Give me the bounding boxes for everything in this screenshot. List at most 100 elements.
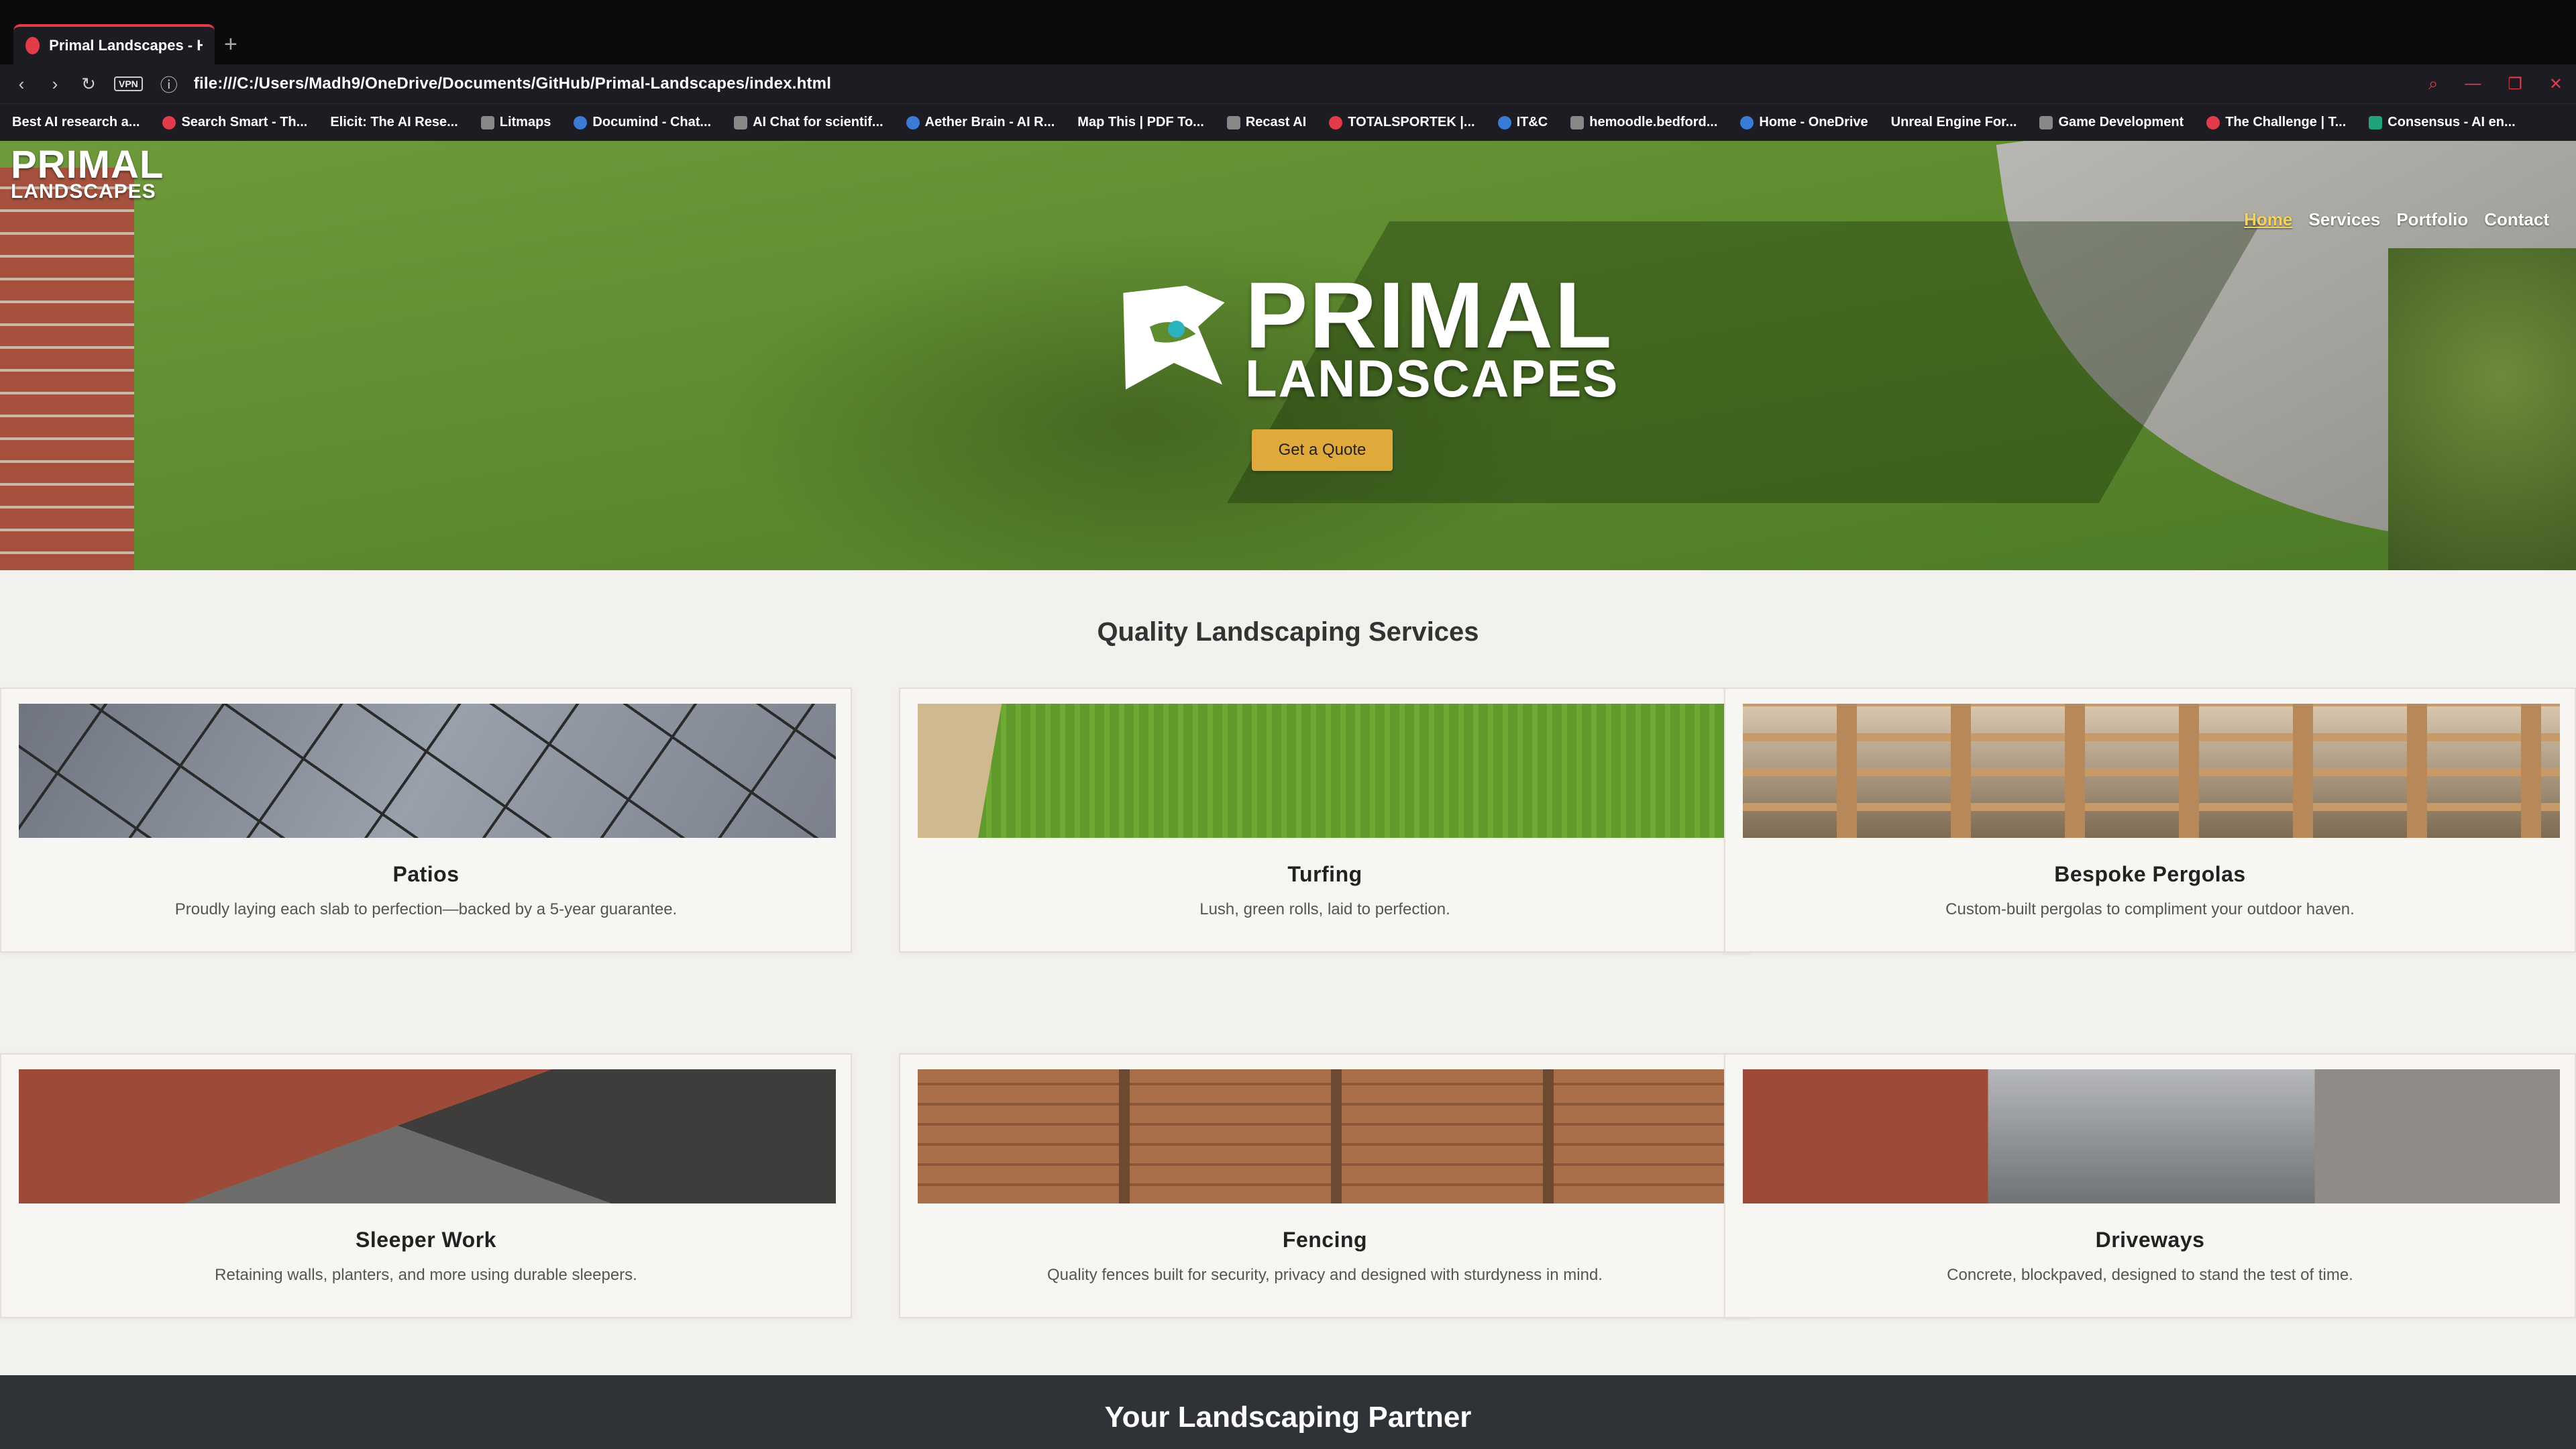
service-desc: Proudly laying each slab to perfection—b… <box>174 900 678 918</box>
bookmark-label: Aether Brain - AI R... <box>924 115 1055 129</box>
service-desc: Custom-built pergolas to compliment your… <box>1945 900 2355 918</box>
tab-title: Primal Landscapes - Home <box>49 37 203 54</box>
driveway-image <box>1743 1069 2560 1203</box>
bookmark-item[interactable]: Recast AI <box>1226 115 1307 130</box>
site-logo[interactable]: PRIMAL LANDSCAPES <box>11 145 164 203</box>
forward-icon[interactable]: › <box>47 74 63 95</box>
bookmark-favicon-icon <box>906 115 920 129</box>
bookmark-item[interactable]: Unreal Engine For... <box>1891 115 2017 130</box>
bookmark-label: Unreal Engine For... <box>1890 115 2017 129</box>
bookmark-label: Recast AI <box>1245 115 1307 129</box>
hero-logo-text: PRIMAL LANDSCAPES <box>1245 268 1619 408</box>
service-title: Turfing <box>1287 862 1362 886</box>
browser-tab-bar: Primal Landscapes - Home + <box>0 0 2576 64</box>
bookmark-item[interactable]: Elicit: The AI Rese... <box>330 115 458 130</box>
services-heading: Quality Landscaping Services <box>1097 617 1479 647</box>
bookmark-item[interactable]: IT&C <box>1497 115 1548 130</box>
close-icon[interactable]: ✕ <box>2549 74 2563 94</box>
hero-brick-wall <box>0 168 134 570</box>
service-card-pergolas[interactable]: Bespoke Pergolas Custom-built pergolas t… <box>1724 688 2576 953</box>
bookmark-item[interactable]: AI Chat for scientif... <box>734 115 883 130</box>
bookmark-label: IT&C <box>1516 115 1548 129</box>
nav-portfolio[interactable]: Portfolio <box>2396 209 2468 230</box>
nav-services[interactable]: Services <box>2308 209 2380 230</box>
bookmarks-bar: Best AI research a... Search Smart - Th.… <box>0 103 2576 141</box>
bookmark-item[interactable]: Aether Brain - AI R... <box>906 115 1055 130</box>
get-a-quote-button[interactable]: Get a Quote <box>1252 429 1393 471</box>
bookmark-favicon-icon <box>2206 115 2220 129</box>
bookmark-item[interactable]: TOTALSPORTEK |... <box>1329 115 1475 130</box>
bookmark-label: Litmaps <box>499 115 551 129</box>
bookmark-favicon-icon <box>1226 115 1240 129</box>
bookmark-favicon-icon <box>1329 115 1343 129</box>
service-desc: Quality fences built for security, priva… <box>1047 1266 1603 1284</box>
bookmark-label: Map This | PDF To... <box>1077 115 1204 129</box>
bookmark-item[interactable]: Litmaps <box>480 115 551 130</box>
bookmark-item[interactable]: Consensus - AI en... <box>2369 115 2516 130</box>
hero-section: PRIMAL LANDSCAPES Home Services Portfoli… <box>0 141 2576 570</box>
sleeper-image <box>19 1069 836 1203</box>
bookmark-label: Game Development <box>2058 115 2184 129</box>
bookmark-favicon-icon <box>1740 115 1754 129</box>
service-title: Fencing <box>1282 1228 1368 1252</box>
hero-logo: PRIMAL LANDSCAPES <box>1114 268 1619 408</box>
site-nav: Home Services Portfolio Contact <box>2244 209 2549 230</box>
bookmark-item[interactable]: hemoodle.bedford... <box>1570 115 1717 130</box>
nav-contact[interactable]: Contact <box>2484 209 2549 230</box>
vpn-badge[interactable]: VPN <box>114 76 143 91</box>
bookmark-label: Elicit: The AI Rese... <box>330 115 458 129</box>
fence-image <box>918 1069 1735 1203</box>
bookmark-label: Search Smart - Th... <box>181 115 308 129</box>
nav-home[interactable]: Home <box>2244 209 2292 230</box>
service-card-sleeper-work[interactable]: Sleeper Work Retaining walls, planters, … <box>0 1053 852 1318</box>
bookmark-favicon-icon <box>2369 115 2383 129</box>
page-info-icon[interactable]: ⓘ <box>160 72 178 97</box>
maximize-icon[interactable]: ❐ <box>2508 74 2522 94</box>
bookmark-favicon-icon <box>1570 115 1585 129</box>
patio-image <box>19 704 836 838</box>
minimize-icon[interactable]: — <box>2465 74 2481 93</box>
bookmark-item[interactable]: Game Development <box>2039 115 2184 130</box>
bookmark-favicon-icon <box>574 115 588 129</box>
bookmark-favicon-icon <box>734 115 748 129</box>
browser-tab-active[interactable]: Primal Landscapes - Home <box>13 24 215 64</box>
service-desc: Lush, green rolls, laid to perfection. <box>1199 900 1450 918</box>
partner-heading: Your Landscaping Partner <box>1104 1401 1472 1434</box>
site-logo-line2: LANDSCAPES <box>11 180 156 203</box>
bookmark-label: hemoodle.bedford... <box>1589 115 1718 129</box>
new-tab-button[interactable]: + <box>224 32 237 58</box>
partner-section: Your Landscaping Partner <box>0 1375 2576 1449</box>
bookmark-item[interactable]: Home - OneDrive <box>1740 115 1868 130</box>
service-desc: Concrete, blockpaved, designed to stand … <box>1947 1266 2353 1284</box>
bookmark-favicon-icon <box>2039 115 2053 129</box>
service-card-driveways[interactable]: Driveways Concrete, blockpaved, designed… <box>1724 1053 2576 1318</box>
search-icon[interactable]: ⌕ <box>2428 73 2438 95</box>
bookmark-item[interactable]: The Challenge | T... <box>2206 115 2346 130</box>
bookmark-item[interactable]: Documind - Chat... <box>574 115 711 130</box>
service-card-turfing[interactable]: Turfing Lush, green rolls, laid to perfe… <box>899 688 1751 953</box>
bookmark-label: AI Chat for scientif... <box>753 115 883 129</box>
address-bar[interactable]: file:///C:/Users/Madh9/OneDrive/Document… <box>194 74 831 93</box>
website-viewport: PRIMAL LANDSCAPES Home Services Portfoli… <box>0 141 2576 1449</box>
bookmark-label: Consensus - AI en... <box>2387 115 2516 129</box>
hero-logo-line2: LANDSCAPES <box>1245 349 1619 408</box>
bookmark-favicon-icon <box>162 115 176 129</box>
service-card-patios[interactable]: Patios Proudly laying each slab to perfe… <box>0 688 852 953</box>
bookmark-item[interactable]: Map This | PDF To... <box>1077 115 1204 130</box>
hero-bush <box>2388 248 2576 570</box>
pergola-image <box>1743 704 2560 838</box>
service-title: Patios <box>392 862 460 886</box>
bookmark-item[interactable]: Search Smart - Th... <box>162 115 307 130</box>
bookmark-item[interactable]: Best AI research a... <box>12 115 140 130</box>
bookmark-label: The Challenge | T... <box>2225 115 2347 129</box>
service-card-fencing[interactable]: Fencing Quality fences built for securit… <box>899 1053 1751 1318</box>
back-icon[interactable]: ‹ <box>13 74 30 95</box>
bookmark-label: Home - OneDrive <box>1759 115 1868 129</box>
reload-icon[interactable]: ↻ <box>80 74 97 95</box>
bookmark-label: Documind - Chat... <box>592 115 712 129</box>
tab-favicon-icon <box>25 37 40 54</box>
browser-toolbar: ‹ › ↻ VPN ⓘ file:///C:/Users/Madh9/OneDr… <box>0 64 2576 103</box>
turf-image <box>918 704 1735 838</box>
service-desc: Retaining walls, planters, and more usin… <box>215 1266 637 1284</box>
bookmark-favicon-icon <box>1497 115 1511 129</box>
